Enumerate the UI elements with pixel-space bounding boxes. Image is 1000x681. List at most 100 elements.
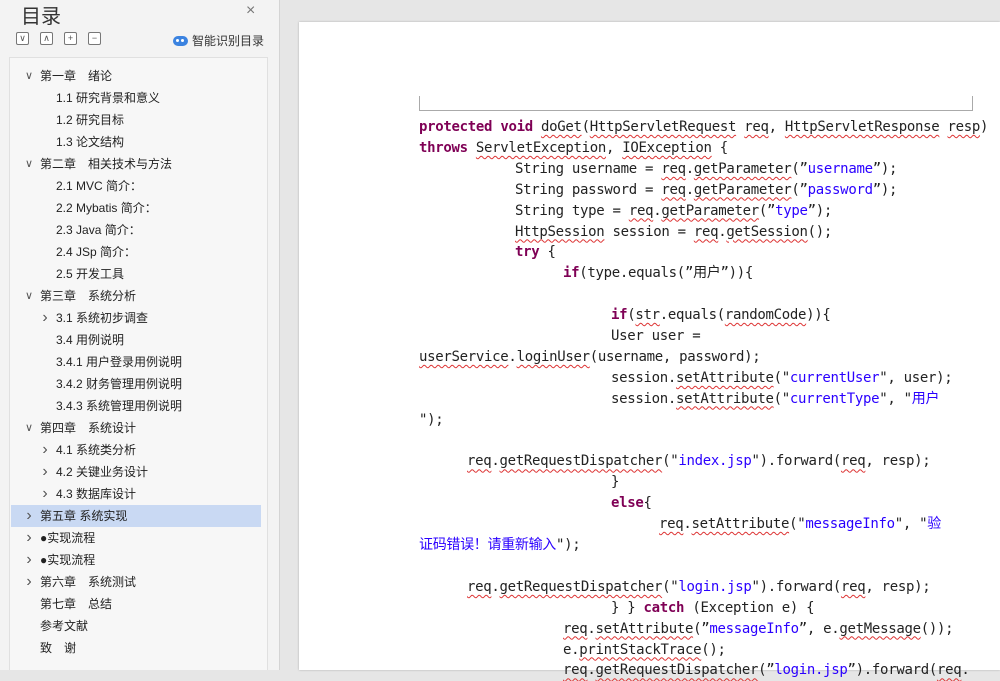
toc-item[interactable]: 参考文献 — [11, 615, 261, 637]
code-token: String type = — [515, 202, 629, 219]
code-token: index.jsp — [678, 453, 752, 470]
code-token: 验 — [927, 516, 941, 533]
toc-item[interactable]: 第一章 绪论 — [11, 65, 261, 87]
document-page: protected void doGet(HttpServletRequest … — [299, 22, 1000, 678]
code-token: throws — [419, 139, 468, 156]
code-token: (Exception e) { — [684, 599, 815, 616]
toc-item[interactable]: 2.4 JSp 简介： — [11, 241, 261, 263]
chevron-right-icon[interactable] — [23, 571, 35, 594]
toc-item[interactable]: 3.4.3 系统管理用例说明 — [11, 395, 261, 417]
chevron-down-icon[interactable] — [23, 285, 35, 307]
chevron-down-icon[interactable] — [23, 65, 35, 87]
chevron-down-icon[interactable] — [23, 153, 35, 175]
toc-item[interactable]: 第二章 相关技术与方法 — [11, 153, 261, 175]
code-token: . — [683, 516, 692, 533]
toc-item[interactable]: 3.1 系统初步调查 — [11, 307, 261, 329]
toc-item[interactable]: 2.1 MVC 简介： — [11, 175, 261, 197]
code-token: getRequestDispatcher — [499, 453, 663, 470]
toc-item-label: 2.5 开发工具 — [56, 267, 125, 281]
expand-all-icon[interactable]: ∧ — [40, 32, 53, 45]
code-token: req — [744, 119, 769, 135]
toc-item[interactable]: 致 谢 — [11, 637, 261, 659]
toc-item[interactable]: 4.3 数据库设计 — [11, 483, 261, 505]
smart-toc-button[interactable]: 智能识别目录 — [173, 32, 264, 49]
toc-item[interactable]: 3.4.1 用户登录用例说明 — [11, 351, 261, 373]
toc-item-label: 第三章 系统分析 — [40, 289, 137, 303]
toc-item-label: 3.4.2 财务管理用例说明 — [56, 377, 183, 391]
code-token: session = — [604, 223, 694, 240]
code-token: messageInfo — [709, 620, 799, 637]
toc-item-label: 2.4 JSp 简介： — [56, 245, 137, 259]
toc-item[interactable]: 3.4.2 财务管理用例说明 — [11, 373, 261, 395]
toc-item[interactable]: 第四章 系统设计 — [11, 417, 261, 439]
code-token: setAttribute — [595, 620, 694, 637]
code-token: req — [467, 453, 492, 470]
code-token: { — [711, 139, 728, 156]
toc-item[interactable]: 3.4 用例说明 — [11, 329, 261, 351]
code-token: String password = — [515, 181, 662, 198]
chevron-down-icon[interactable] — [23, 417, 35, 439]
add-heading-icon[interactable]: + — [64, 32, 77, 45]
code-token: , resp); — [865, 453, 931, 470]
chevron-right-icon[interactable] — [23, 505, 35, 528]
toc-item[interactable]: 4.2 关键业务设计 — [11, 461, 261, 483]
chevron-right-icon[interactable] — [39, 439, 51, 462]
code-line: String password = req.getParameter(”pass… — [419, 180, 897, 201]
chevron-right-icon[interactable] — [39, 461, 51, 484]
toc-item[interactable]: 1.1 研究背景和意义 — [11, 87, 261, 109]
toc-item[interactable]: 1.2 研究目标 — [11, 109, 261, 131]
chevron-right-icon[interactable] — [39, 307, 51, 330]
code-token: ”); — [872, 181, 898, 198]
code-token: getMessage — [839, 620, 921, 637]
code-token: messageInfo — [805, 516, 895, 533]
code-token: . — [587, 662, 596, 679]
code-token: . — [491, 453, 500, 470]
toc-item[interactable]: 第七章 总结 — [11, 593, 261, 615]
toc-item[interactable]: 4.1 系统类分析 — [11, 439, 261, 461]
close-icon[interactable]: × — [246, 2, 255, 20]
code-token: (" — [789, 516, 806, 533]
code-token: (" — [773, 390, 791, 407]
code-token: session. — [611, 369, 677, 386]
toc-item[interactable]: 2.2 Mybatis 简介： — [11, 197, 261, 219]
toc-item[interactable]: 第六章 系统测试 — [11, 571, 261, 593]
toc-item-label: 4.2 关键业务设计 — [56, 465, 149, 479]
code-token: HttpServletResponse — [784, 119, 940, 135]
code-token: session. — [611, 390, 677, 407]
code-line: req.setAttribute("messageInfo", "验 — [419, 514, 941, 535]
code-token: (” — [791, 160, 808, 177]
code-token: username — [807, 160, 873, 177]
toc-item[interactable]: 第三章 系统分析 — [11, 285, 261, 307]
document-canvas: protected void doGet(HttpServletRequest … — [280, 0, 1000, 678]
toc-item[interactable]: 第五章 系统实现 — [11, 505, 261, 527]
code-token: ServletException — [475, 139, 606, 156]
code-token: , — [605, 139, 623, 156]
toc-item[interactable]: 1.3 论文结构 — [11, 131, 261, 153]
chevron-right-icon[interactable] — [23, 527, 35, 550]
toc-item[interactable]: ●实现流程 — [11, 527, 261, 549]
chevron-right-icon[interactable] — [39, 483, 51, 506]
toc-item-label: 4.1 系统类分析 — [56, 443, 137, 457]
toc-item-label: 3.1 系统初步调查 — [56, 311, 149, 325]
toc-item[interactable]: 2.3 Java 简介： — [11, 219, 261, 241]
code-token: . — [685, 160, 694, 177]
code-line: else{ — [419, 493, 652, 514]
code-token: req — [840, 453, 866, 470]
code-token: doGet — [540, 119, 582, 135]
code-line: if(str.equals(randomCode)){ — [419, 305, 831, 326]
code-line: req.getRequestDispatcher(”login.jsp”).fo… — [419, 660, 970, 681]
remove-heading-icon[interactable]: − — [88, 32, 101, 45]
toc-item[interactable]: 2.5 开发工具 — [11, 263, 261, 285]
code-token: , resp); — [865, 578, 931, 595]
toc-item[interactable]: ●实现流程 — [11, 549, 261, 571]
collapse-all-icon[interactable]: ∨ — [16, 32, 29, 45]
code-token: )){ — [806, 307, 831, 324]
code-token: e. — [563, 641, 580, 658]
chevron-right-icon[interactable] — [23, 549, 35, 572]
toc-item-label: 参考文献 — [40, 619, 89, 633]
code-token: setAttribute — [676, 390, 774, 407]
code-line: } } catch (Exception e) { — [419, 598, 815, 619]
